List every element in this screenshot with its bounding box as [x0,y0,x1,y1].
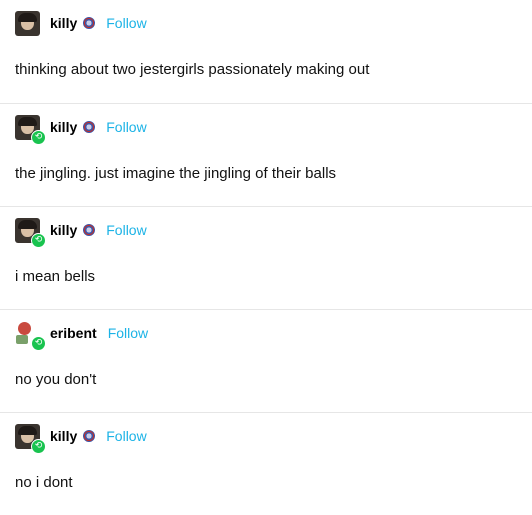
reblog-icon: ⟲ [31,129,46,145]
post: ⟲ eribent Follow no you don't [0,309,532,412]
post-header: ⟲ eribent Follow [15,320,148,351]
post-header: ⟲ killy Follow [15,217,147,248]
username[interactable]: killy [50,428,77,444]
post: ⟲ killy Follow no i dont [0,412,532,515]
post-header: ⟲ killy Follow [15,423,147,454]
avatar[interactable] [15,10,40,36]
username[interactable]: killy [50,15,77,31]
post-text: i mean bells [15,268,96,285]
post-header: ⟲ killy Follow [15,114,147,145]
reblog-icon: ⟲ [31,335,46,351]
follow-button[interactable]: Follow [106,119,146,135]
username[interactable]: eribent [50,325,97,341]
post-text: no you don't [15,371,97,388]
post: killy Follow thinking about two jestergi… [0,0,532,103]
reblog-icon: ⟲ [31,438,46,454]
username[interactable]: killy [50,119,77,135]
post-text: the jingling. just imagine the jingling … [15,165,337,182]
username[interactable]: killy [50,222,77,238]
avatar[interactable]: ⟲ [15,114,46,145]
follow-button[interactable]: Follow [106,15,146,31]
reblog-icon: ⟲ [31,232,46,248]
post-header: killy Follow [15,10,147,36]
post-text: no i dont [15,474,73,491]
avatar[interactable]: ⟲ [15,423,46,454]
follow-button[interactable]: Follow [106,222,146,238]
follow-button[interactable]: Follow [106,428,146,444]
avatar[interactable]: ⟲ [15,320,46,351]
post-text: thinking about two jestergirls passionat… [15,61,370,78]
blog-badge-icon [83,224,96,236]
blog-badge-icon [83,430,96,442]
post: ⟲ killy Follow the jingling. just imagin… [0,103,532,206]
avatar[interactable]: ⟲ [15,217,46,248]
post-thread: killy Follow thinking about two jestergi… [0,0,532,515]
post: ⟲ killy Follow i mean bells [0,206,532,309]
follow-button[interactable]: Follow [108,325,148,341]
blog-badge-icon [83,121,96,133]
blog-badge-icon [83,17,96,29]
